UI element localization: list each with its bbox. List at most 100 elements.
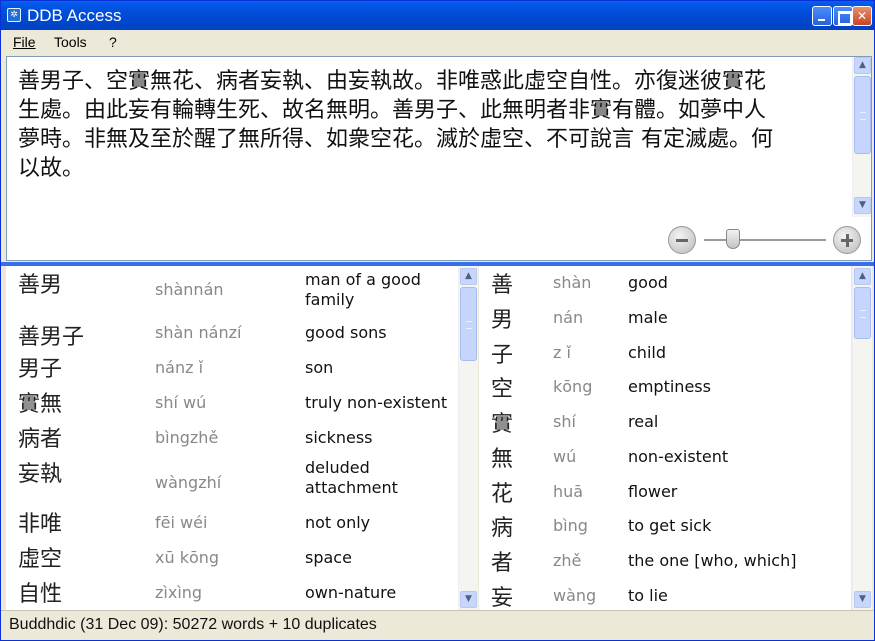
minimize-button[interactable] <box>812 6 832 26</box>
word-cell: 善男子 <box>18 325 85 350</box>
pinyin-cell: bìngzhě <box>155 428 219 447</box>
pinyin-cell: shàn nánzí <box>155 323 242 342</box>
status-text: Buddhdic (31 Dec 09): 50272 words + 10 d… <box>9 616 377 633</box>
word-cell: 無 <box>491 447 514 472</box>
english-cell: male <box>628 308 668 327</box>
word-cell: 花 <box>491 482 514 507</box>
word-cell: 病 <box>491 516 514 541</box>
list-item[interactable]: 自性 zìxìng own-nature <box>6 576 458 611</box>
minimize-icon <box>813 7 831 25</box>
menu-tools[interactable]: Tools <box>54 34 87 50</box>
menu-file-label: File <box>13 34 36 50</box>
pinyin-cell: zìxìng <box>155 583 203 602</box>
word-cell: 妄 <box>491 586 514 611</box>
arrow-up-icon[interactable]: ▲ <box>460 268 477 285</box>
status-bar: Buddhdic (31 Dec 09): 50272 words + 10 d… <box>1 610 874 640</box>
left-list-scrollbar[interactable]: ▲ ▼ <box>458 266 478 610</box>
list-item[interactable]: 善男 shànnán man of a good family <box>6 266 458 316</box>
list-item[interactable]: 男子 nánz ǐ son <box>6 351 458 386</box>
right-list-scrollbar[interactable]: ▲ ▼ <box>852 266 872 610</box>
pinyin-cell: shí <box>553 412 576 431</box>
list-item[interactable]: 善 shàn good <box>479 266 851 301</box>
english-cell: good sons <box>305 323 387 342</box>
english-cell: the one [who, which] <box>628 551 797 570</box>
source-text-panel[interactable]: 善男子、空實無花、病者妄執、由妄執故。非唯惑此虛空自性。亦復迷彼實花 生處。由此… <box>6 56 872 261</box>
english-cell: real <box>628 412 659 431</box>
text-line: 生處。由此妄有輪轉生死、故名無明。善男子、此無明者非實有體。如夢中人 <box>18 98 767 123</box>
english-cell: flower <box>628 482 678 501</box>
word-cell: 子 <box>491 343 514 368</box>
scroll-thumb[interactable] <box>854 76 871 154</box>
pinyin-cell: huā <box>553 482 584 501</box>
app-window: ✲ DDB Access ✕ File Tools ? 善男子、空實無花、病者妄… <box>0 0 875 641</box>
compound-word-list[interactable]: 善男 shànnán man of a good family 善男子 shàn nán… <box>6 266 458 610</box>
word-cell: 善 <box>491 273 514 298</box>
text-line: 以故。 <box>18 156 85 181</box>
pinyin-cell: xū kōng <box>155 548 220 567</box>
menu-help[interactable]: ? <box>109 34 117 50</box>
maximize-button[interactable] <box>833 6 853 26</box>
word-cell: 實 <box>491 412 514 437</box>
list-item[interactable]: 妄執 wàngzhí deluded attachment <box>6 456 458 506</box>
scroll-thumb[interactable] <box>460 287 477 361</box>
list-item[interactable]: 妄 wàng to lie <box>479 579 851 611</box>
list-item[interactable]: 虛空 xū kōng space <box>6 541 458 576</box>
text-scrollbar[interactable]: ▲ ▼ <box>852 57 871 217</box>
english-cell: to lie <box>628 586 668 605</box>
pinyin-cell: shí wú <box>155 393 207 412</box>
english-cell: non-existent <box>628 447 729 466</box>
list-item[interactable]: 實無 shí wú truly non-existent <box>6 386 458 421</box>
list-item[interactable]: 病者 bìngzhě sickness <box>6 421 458 456</box>
arrow-up-icon[interactable]: ▲ <box>854 268 871 285</box>
arrow-down-icon[interactable]: ▼ <box>854 197 871 214</box>
close-button[interactable]: ✕ <box>852 6 872 26</box>
list-item[interactable]: 子 z ǐ child <box>479 336 851 370</box>
english-cell: own-nature <box>305 583 397 602</box>
scroll-thumb[interactable] <box>854 287 871 339</box>
english-cell: emptiness <box>628 377 711 396</box>
arrow-down-icon[interactable]: ▼ <box>460 591 477 608</box>
gear-icon[interactable]: ✲ <box>7 8 21 22</box>
word-cell: 非唯 <box>18 512 63 537</box>
english-cell: space <box>305 548 352 567</box>
pinyin-cell: wàngzhí <box>155 473 222 492</box>
arrow-up-icon[interactable]: ▲ <box>854 57 871 74</box>
list-item[interactable]: 非唯 fēi wéi not only <box>6 506 458 541</box>
list-item[interactable]: 善男子 shàn nánzí good sons <box>6 316 458 351</box>
english-cell: son <box>305 358 334 377</box>
pinyin-cell: nán <box>553 308 584 327</box>
maximize-icon <box>834 7 852 25</box>
close-icon: ✕ <box>856 9 868 23</box>
character-list[interactable]: 善 shàn good 男 nán male 子 z ǐ child 空 kōng emptiness… <box>479 266 851 611</box>
english-cell: sickness <box>305 428 373 447</box>
word-cell: 空 <box>491 377 514 402</box>
arrow-down-icon[interactable]: ▼ <box>854 591 871 608</box>
list-item[interactable]: 空 kōng emptiness <box>479 370 851 405</box>
pinyin-cell: wàng <box>553 586 597 605</box>
pinyin-cell: kōng <box>553 377 593 396</box>
english-cell: truly non-existent <box>305 393 448 412</box>
word-cell: 妄執 <box>18 462 63 487</box>
english-cell: child <box>628 343 666 362</box>
list-item[interactable]: 實 shí real <box>479 405 851 440</box>
plus-circle-icon[interactable] <box>833 226 861 254</box>
pinyin-cell: shànnán <box>155 280 224 299</box>
minus-circle-icon[interactable] <box>668 226 696 254</box>
list-item[interactable]: 者 zhě the one [who, which] <box>479 544 851 579</box>
zoom-slider-track[interactable] <box>704 239 826 241</box>
pinyin-cell: wú <box>553 447 577 466</box>
title-bar[interactable]: ✲ DDB Access ✕ <box>1 1 874 30</box>
pinyin-cell: fēi wéi <box>155 513 208 532</box>
english-cell: deluded attachment <box>305 458 398 497</box>
zoom-control <box>668 225 868 255</box>
source-text[interactable]: 善男子、空實無花、病者妄執、由妄執故。非唯惑此虛空自性。亦復迷彼實花 生處。由此… <box>18 67 838 183</box>
word-cell: 自性 <box>18 582 63 607</box>
text-line: 善男子、空實無花、病者妄執、由妄執故。非唯惑此虛空自性。亦復迷彼實花 <box>18 69 767 94</box>
list-item[interactable]: 病 bìng to get sick <box>479 509 851 544</box>
pinyin-cell: shàn <box>553 273 592 292</box>
list-item[interactable]: 男 nán male <box>479 301 851 336</box>
list-item[interactable]: 花 huā flower <box>479 475 851 509</box>
menu-file[interactable]: File <box>13 34 36 50</box>
list-item[interactable]: 無 wú non-existent <box>479 440 851 475</box>
zoom-slider-thumb[interactable] <box>725 229 740 249</box>
